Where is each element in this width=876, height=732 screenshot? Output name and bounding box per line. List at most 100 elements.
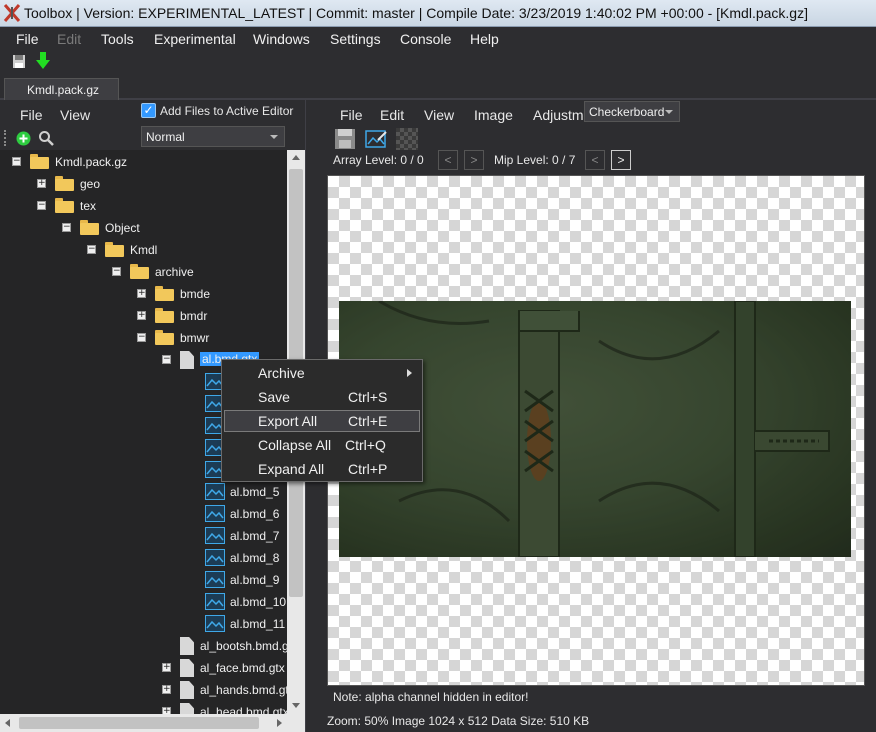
tree-node[interactable]: al_bootsh.bmd.gtx xyxy=(0,636,287,656)
save-disk-icon[interactable] xyxy=(334,128,356,150)
expand-icon[interactable]: + xyxy=(137,311,146,320)
chevron-down-icon xyxy=(270,135,278,139)
save-icon[interactable] xyxy=(12,54,26,69)
image-icon xyxy=(205,505,225,522)
tree-node-label: geo xyxy=(80,177,101,191)
tree-node[interactable]: − Object xyxy=(0,218,287,238)
add-files-checkbox[interactable]: ✓ xyxy=(141,103,156,118)
folder-icon xyxy=(55,176,74,191)
tree-node[interactable]: al.bmd_7 xyxy=(0,526,287,546)
tree-node[interactable]: − Kmdl xyxy=(0,240,287,260)
image-icon xyxy=(205,483,225,500)
tree-node-label: al.bmd_8 xyxy=(230,551,280,565)
view-mode-dropdown[interactable]: Normal xyxy=(141,126,285,147)
download-arrow-icon[interactable] xyxy=(36,52,50,70)
explorer-menu-file[interactable]: File xyxy=(20,107,43,123)
collapse-icon[interactable]: − xyxy=(37,201,46,210)
image-icon xyxy=(205,593,225,610)
array-prev-button[interactable]: < xyxy=(438,150,458,170)
menu-tools[interactable]: Tools xyxy=(101,31,134,47)
tree-hscroll-thumb[interactable] xyxy=(19,717,259,729)
tree-node-label: tex xyxy=(80,199,97,213)
folder-icon xyxy=(105,242,124,257)
tree-node[interactable]: + al_hands.bmd.gtx xyxy=(0,680,287,700)
mip-prev-button[interactable]: < xyxy=(585,150,605,170)
checkerboard-toggle-icon[interactable] xyxy=(396,128,418,150)
search-icon[interactable] xyxy=(38,130,54,146)
add-circle-icon[interactable] xyxy=(16,131,31,146)
tree-node[interactable]: − bmwr xyxy=(0,328,287,348)
explorer-menu-view[interactable]: View xyxy=(60,107,90,123)
tab-kmdl-pack[interactable]: Kmdl.pack.gz xyxy=(4,78,119,100)
image-icon xyxy=(205,615,225,632)
collapse-icon[interactable]: − xyxy=(112,267,121,276)
editor-status-bar: Zoom: 50% Image 1024 x 512 Data Size: 51… xyxy=(327,714,590,728)
mip-next-button[interactable]: > xyxy=(611,150,631,170)
toolbox-app-icon xyxy=(3,4,21,22)
menu-file[interactable]: File xyxy=(16,31,39,47)
expand-icon[interactable]: + xyxy=(162,685,171,694)
editor-menu-file[interactable]: File xyxy=(340,107,363,123)
tree-node-label: al.bmd_6 xyxy=(230,507,280,521)
tree-node[interactable]: + geo xyxy=(0,174,287,194)
tree-node[interactable]: al.bmd_8 xyxy=(0,548,287,568)
menu-edit[interactable]: Edit xyxy=(57,31,81,47)
tree-horizontal-scrollbar[interactable] xyxy=(0,714,305,732)
context-menu-collapse-all[interactable]: Collapse All Ctrl+Q xyxy=(224,434,420,456)
main-toolbar xyxy=(0,51,876,73)
expand-icon[interactable]: + xyxy=(37,179,46,188)
context-menu-save[interactable]: Save Ctrl+S xyxy=(224,386,420,408)
toolbar-grip xyxy=(4,130,6,146)
tree-node[interactable]: al.bmd_9 xyxy=(0,570,287,590)
context-menu-save-shortcut: Ctrl+S xyxy=(348,389,388,405)
editor-menu-image[interactable]: Image xyxy=(474,107,513,123)
background-mode-dropdown[interactable]: Checkerboard xyxy=(584,101,680,122)
tree-node[interactable]: − archive xyxy=(0,262,287,282)
tree-context-menu: Archive Save Ctrl+S Export All Ctrl+E Co… xyxy=(221,359,423,482)
array-next-button[interactable]: > xyxy=(464,150,484,170)
menu-experimental[interactable]: Experimental xyxy=(154,31,236,47)
context-menu-expand-all[interactable]: Expand All Ctrl+P xyxy=(224,458,420,480)
scroll-up-arrow-icon[interactable] xyxy=(292,155,300,160)
tree-node-label: bmdr xyxy=(180,309,208,323)
tree-node[interactable]: − Kmdl.pack.gz xyxy=(0,152,287,172)
tree-node-label: bmwr xyxy=(180,331,210,345)
tree-node[interactable]: al.bmd_6 xyxy=(0,504,287,524)
expand-icon[interactable]: + xyxy=(162,663,171,672)
collapse-icon[interactable]: − xyxy=(62,223,71,232)
collapse-icon[interactable]: − xyxy=(162,355,171,364)
menu-console[interactable]: Console xyxy=(400,31,451,47)
tree-node[interactable]: al.bmd_5 xyxy=(0,482,287,502)
menu-windows[interactable]: Windows xyxy=(253,31,310,47)
editor-menu-edit[interactable]: Edit xyxy=(380,107,404,123)
expand-icon[interactable]: + xyxy=(162,707,171,714)
file-icon xyxy=(180,703,194,714)
editor-menu-adjustments[interactable]: Adjustm xyxy=(533,107,585,123)
tree-node-label: al_bootsh.bmd.gtx xyxy=(200,639,287,653)
expand-icon[interactable]: + xyxy=(137,289,146,298)
context-menu-export-all-shortcut: Ctrl+E xyxy=(348,413,388,429)
context-menu-export-all-label: Export All xyxy=(258,413,318,429)
window-title: Toolbox | Version: EXPERIMENTAL_LATEST |… xyxy=(24,5,808,21)
collapse-icon[interactable]: − xyxy=(12,157,21,166)
menu-settings[interactable]: Settings xyxy=(330,31,381,47)
scroll-left-arrow-icon[interactable] xyxy=(5,719,10,727)
context-menu-archive[interactable]: Archive xyxy=(224,362,420,384)
editor-menu-view[interactable]: View xyxy=(424,107,454,123)
tree-node[interactable]: − tex xyxy=(0,196,287,216)
tree-node[interactable]: + bmde xyxy=(0,284,287,304)
tree-node[interactable]: + bmdr xyxy=(0,306,287,326)
context-menu-export-all[interactable]: Export All Ctrl+E xyxy=(224,410,420,432)
collapse-icon[interactable]: − xyxy=(137,333,146,342)
tree-node[interactable]: al.bmd_11 xyxy=(0,614,287,634)
scroll-down-arrow-icon[interactable] xyxy=(292,703,300,708)
tree-node[interactable]: al.bmd_10 xyxy=(0,592,287,612)
scroll-right-arrow-icon[interactable] xyxy=(277,719,282,727)
file-icon xyxy=(180,351,194,369)
tree-node[interactable]: + al_face.bmd.gtx xyxy=(0,658,287,678)
chevron-down-icon xyxy=(665,110,673,114)
collapse-icon[interactable]: − xyxy=(87,245,96,254)
menu-help[interactable]: Help xyxy=(470,31,499,47)
tree-node[interactable]: + al_head.bmd.gtx xyxy=(0,702,287,714)
edit-image-icon[interactable] xyxy=(365,128,387,150)
